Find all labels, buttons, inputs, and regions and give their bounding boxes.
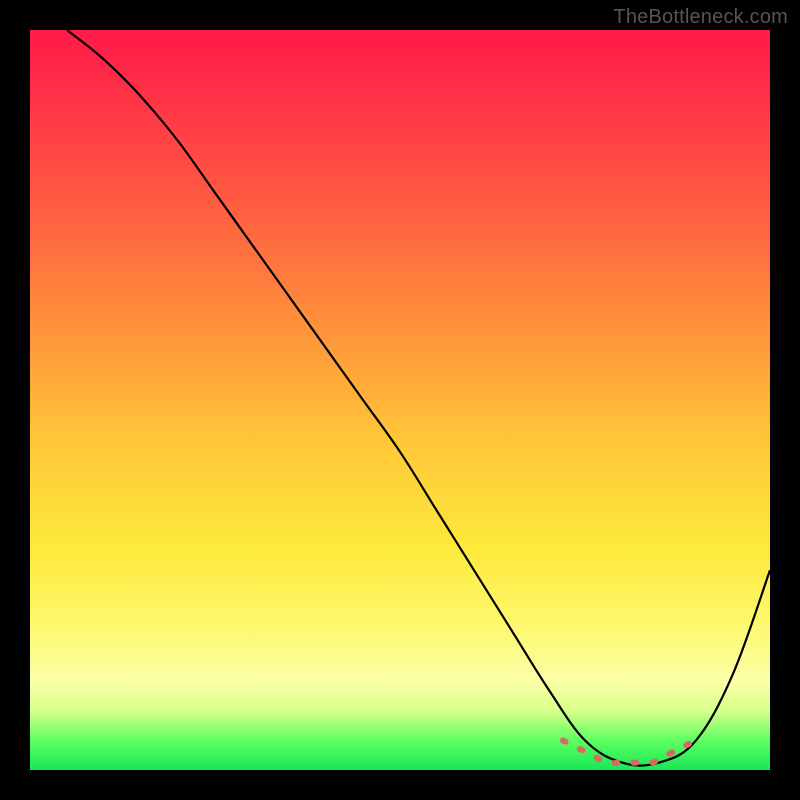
watermark-text: TheBottleneck.com (613, 6, 788, 29)
chart-frame: TheBottleneck.com (0, 0, 800, 800)
min-range-dashed-line (563, 740, 696, 763)
bottleneck-curve-svg (30, 30, 770, 770)
bottleneck-curve-line (67, 30, 770, 766)
plot-area (30, 30, 770, 770)
